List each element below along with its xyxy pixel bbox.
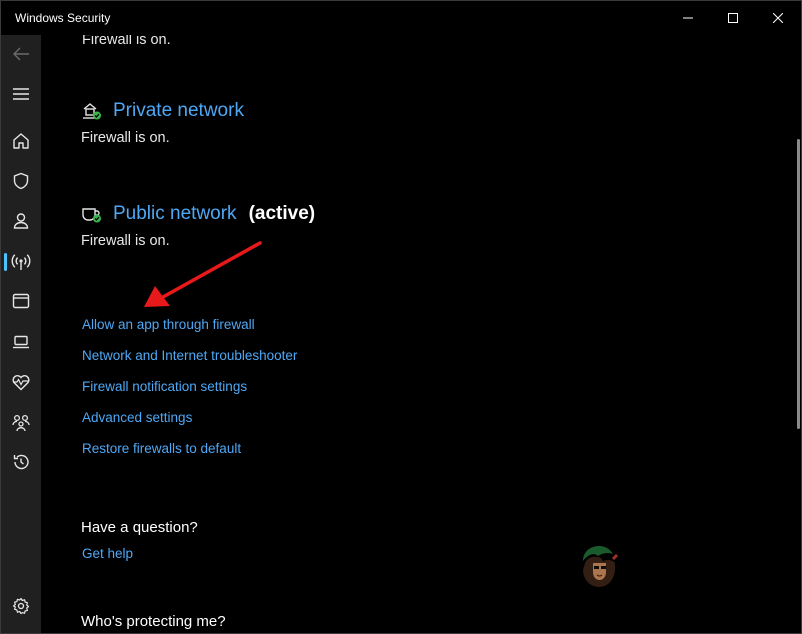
private-network-link[interactable]: Private network [113, 100, 244, 122]
maximize-button[interactable] [710, 1, 756, 35]
question-heading: Have a question? [81, 519, 198, 536]
close-icon [773, 13, 783, 23]
public-network-icon [82, 208, 101, 223]
maximize-icon [728, 13, 738, 23]
sidebar-item-account-protection[interactable] [1, 203, 41, 239]
troubleshooter-link[interactable]: Network and Internet troubleshooter [82, 348, 297, 379]
watermark-logo-icon [583, 546, 619, 587]
shield-icon [13, 172, 29, 190]
get-help-link[interactable]: Get help [82, 546, 133, 561]
laptop-icon [13, 335, 29, 349]
scrollbar-thumb[interactable] [797, 139, 800, 429]
firewall-links: Allow an app through firewall Network an… [82, 317, 297, 472]
sidebar-item-app-browser-control[interactable] [1, 283, 41, 319]
public-network-status: Firewall is on. [81, 233, 170, 249]
active-indicator [4, 253, 7, 271]
sidebar-item-device-security[interactable] [1, 324, 41, 360]
sidebar-item-home[interactable] [1, 123, 41, 159]
back-arrow-icon [13, 47, 29, 61]
protecting-heading: Who's protecting me? [81, 613, 226, 630]
domain-network-status: Firewall is on. [82, 35, 171, 48]
sidebar-item-family-options[interactable] [1, 405, 41, 441]
notification-settings-link[interactable]: Firewall notification settings [82, 379, 297, 410]
sidebar-item-device-performance[interactable] [1, 364, 41, 400]
public-network-link[interactable]: Public network [113, 203, 237, 225]
restore-defaults-link[interactable]: Restore firewalls to default [82, 441, 297, 472]
heart-pulse-icon [12, 375, 30, 391]
minimize-icon [683, 17, 693, 19]
sidebar-item-settings[interactable] [1, 588, 41, 624]
browser-window-icon [12, 293, 30, 309]
allow-app-link[interactable]: Allow an app through firewall [82, 317, 297, 348]
private-network-section: Private network Firewall is on. [81, 96, 244, 146]
sidebar-item-virus-protection[interactable] [1, 163, 41, 199]
menu-button[interactable] [1, 76, 41, 112]
close-button[interactable] [755, 1, 801, 35]
main-content: Firewall is on. Private network Firewall… [41, 35, 797, 633]
sidebar-item-firewall[interactable] [1, 244, 41, 280]
sidebar [1, 35, 41, 633]
private-network-status: Firewall is on. [81, 130, 170, 146]
family-icon [12, 414, 30, 432]
active-label: (active) [248, 203, 316, 224]
minimize-button[interactable] [665, 1, 711, 35]
app-window: Windows Security Firewall is on. Private… [0, 0, 802, 634]
app-title: Windows Security [15, 11, 111, 25]
private-network-icon [83, 103, 101, 120]
public-network-section: Public network (active) Firewall is on. [81, 199, 315, 249]
back-button[interactable] [1, 36, 41, 72]
person-icon [13, 213, 29, 229]
history-icon [13, 454, 29, 470]
sidebar-item-protection-history[interactable] [1, 444, 41, 480]
menu-icon [13, 88, 29, 100]
title-bar: Windows Security [1, 1, 801, 35]
gear-icon [12, 597, 30, 615]
advanced-settings-link[interactable]: Advanced settings [82, 410, 297, 441]
home-icon [13, 133, 29, 149]
wifi-signal-icon [11, 254, 31, 270]
